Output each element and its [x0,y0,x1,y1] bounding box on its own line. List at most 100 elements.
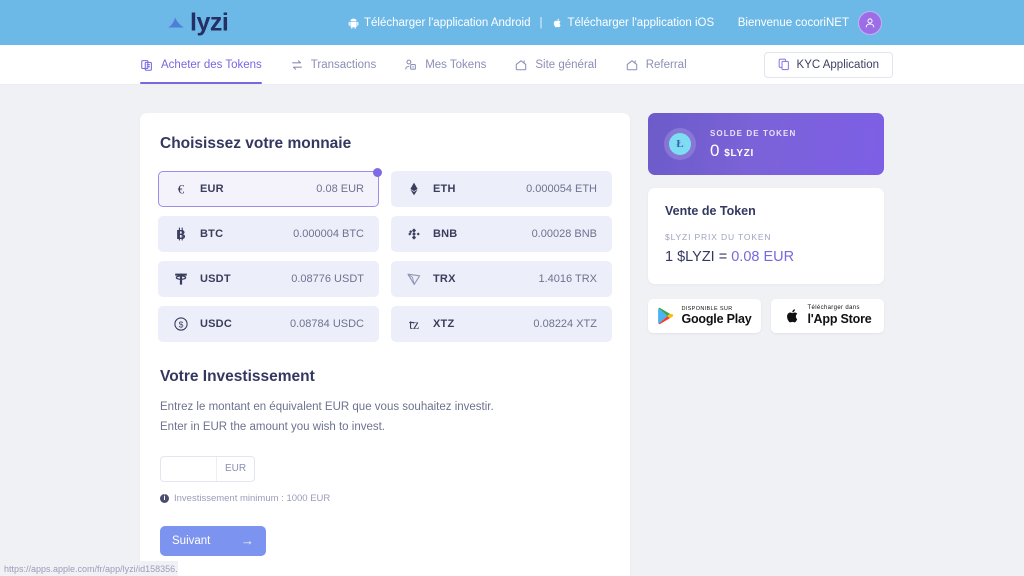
download-ios-label: Télécharger l'application iOS [567,16,715,29]
app-store-small-label: Télécharger dans [807,305,860,312]
currency-code: EUR [200,183,224,195]
balance-label: SOLDE DE TOKEN [710,129,797,138]
currency-code: ETH [433,183,456,195]
download-android-label: Télécharger l'application Android [364,16,531,29]
nav-item-referral[interactable]: Referral [611,45,701,84]
app-logo[interactable]: lyzi [163,8,229,36]
nav-item-transactions[interactable]: Transactions [276,45,390,84]
buy-tokens-card: Choisissez votre monnaie € EUR 0.08 EUR … [140,113,630,576]
currency-row-trx[interactable]: TRX 1.4016 TRX [391,261,612,297]
nav-label: Transactions [310,58,377,71]
token-badge: Ł [664,128,696,160]
token-price-label: $LYZI PRIX DU TOKEN [665,232,772,242]
token-price-value: 0.08 EUR [731,249,795,265]
amount-input-group[interactable]: EUR [160,455,255,482]
currency-code: USDT [200,273,231,285]
kyc-button-label: KYC Application [796,58,879,71]
currency-row-bnb[interactable]: BNB 0.00028 BNB [391,216,612,252]
home-icon [516,59,527,70]
info-icon: i [160,493,169,503]
currency-code: TRX [433,273,456,285]
browser-status-bar: https://apps.apple.com/fr/app/lyzi/id158… [0,561,178,576]
currency-code: BNB [433,228,458,240]
nav-label: Referral [645,58,687,71]
amount-input[interactable] [161,456,216,481]
google-play-badge[interactable]: DISPONIBLE SUR Google Play [648,299,761,333]
svg-text:$: $ [179,320,184,330]
logo-text: lyzi [190,8,229,36]
google-play-big-label: Google Play [681,312,752,327]
next-button[interactable]: Suivant → [160,525,266,556]
binance-icon [406,226,422,242]
user-welcome-area: Bienvenue cocoriNET [737,10,882,35]
lyzi-token-icon: Ł [669,133,691,155]
apple-logo-icon [786,309,797,323]
top-header-bar: lyzi Télécharger l'application Android |… [0,0,1024,45]
nav-item-mes-tokens[interactable]: Mes Tokens [390,45,500,84]
next-button-label: Suivant [172,534,211,547]
euro-icon: € [173,181,189,197]
currency-value: 0.000004 BTC [293,228,364,240]
minimum-investment-text: Investissement minimum : 1000 EUR [174,492,331,504]
download-ios-link[interactable]: Télécharger l'application iOS [552,16,715,29]
app-store-big-label: l'App Store [807,312,872,327]
currency-value: 0.000054 ETH [526,183,597,195]
referral-icon [626,59,637,70]
avatar[interactable] [858,10,882,35]
token-sale-card: Vente de Token $LYZI PRIX DU TOKEN 1 $LY… [648,188,884,284]
balance-amount: 0 [710,141,720,160]
tron-icon [406,271,422,287]
choose-currency-title: Choisissez votre monnaie [160,135,352,152]
token-price-prefix: 1 $LYZI = [665,249,732,265]
token-sale-title: Vente de Token [665,204,756,218]
token-balance-card: Ł SOLDE DE TOKEN 0 $LYZI [648,113,884,175]
currency-value: 0.08 EUR [316,183,364,195]
investment-title: Votre Investissement [160,368,315,385]
token-price-row: 1 $LYZI = 0.08 EUR [665,249,867,265]
side-column: Ł SOLDE DE TOKEN 0 $LYZI Vente de Token … [648,113,884,333]
svg-text:B: B [176,227,185,242]
currency-value: 0.00028 BNB [531,228,597,240]
balance-text-group: SOLDE DE TOKEN 0 $LYZI [710,129,796,159]
nav-item-site-general[interactable]: Site général [500,45,610,84]
nav-item-acheter-des-tokens[interactable]: Acheter des Tokens [140,45,276,84]
arrow-right-icon: → [241,533,254,549]
selected-indicator-dot [373,168,382,177]
document-copy-icon [778,58,789,71]
balance-unit: $LYZI [724,148,755,159]
currency-code: USDC [200,318,232,330]
app-store-badge[interactable]: Télécharger dans l'App Store [771,299,884,333]
main-navigation-bar: Acheter des Tokens Transactions Mes Toke… [0,45,1024,85]
currency-row-xtz[interactable]: tz XTZ 0.08224 XTZ [391,306,612,342]
header-download-links: Télécharger l'application Android | Télé… [348,17,714,29]
investment-instruction-fr: Entrez le montant en équivalent EUR que … [160,401,494,413]
nav-label: Site général [535,58,597,71]
welcome-text: Bienvenue cocoriNET [737,16,849,29]
transactions-icon [291,59,302,70]
minimum-investment-note: i Investissement minimum : 1000 EUR [160,493,612,504]
page-body: Choisissez votre monnaie € EUR 0.08 EUR … [0,85,1024,576]
google-play-small-label: DISPONIBLE SUR [681,305,733,312]
amount-currency-suffix: EUR [216,456,254,481]
currency-row-btc[interactable]: B BTC 0.000004 BTC [158,216,379,252]
currency-row-eur[interactable]: € EUR 0.08 EUR [158,168,382,207]
currency-row-eth[interactable]: ETH 0.000054 ETH [391,171,612,207]
google-play-icon [658,307,674,325]
currency-row-usdt[interactable]: USDT 0.08776 USDT [158,261,379,297]
svg-text:tz: tz [409,318,419,332]
status-bar-url: https://apps.apple.com/fr/app/lyzi/id158… [4,563,178,574]
kyc-application-button[interactable]: KYC Application [763,51,893,78]
balance-value-row: 0 $LYZI [710,142,796,159]
currency-code: XTZ [433,318,455,330]
svg-text:€: € [178,182,185,197]
nav-items-group: Acheter des Tokens Transactions Mes Toke… [140,45,701,84]
user-icon [865,17,875,27]
buy-tokens-icon [141,59,152,71]
download-android-link[interactable]: Télécharger l'application Android [348,17,531,29]
tether-icon [173,271,189,287]
header-links-separator: | [539,16,543,29]
currency-row-usdc[interactable]: $ USDC 0.08784 USDC [158,306,379,342]
lyzi-swoosh-icon [164,17,184,29]
investment-instruction-en: Enter in EUR the amount you wish to inve… [160,420,385,433]
tezos-icon: tz [406,316,422,332]
